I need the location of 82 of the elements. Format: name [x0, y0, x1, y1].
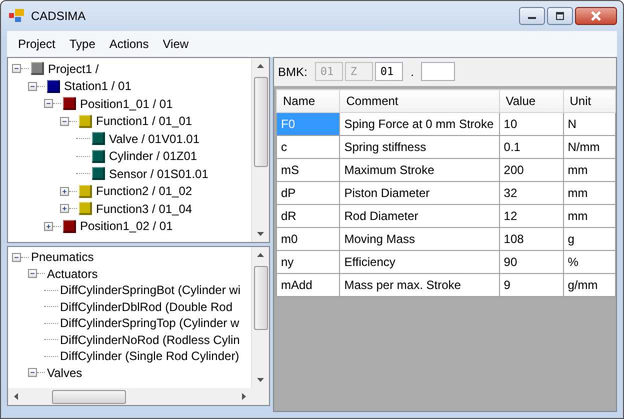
table-cell: Spring stiffness: [340, 136, 500, 158]
tree-item[interactable]: Pneumatics: [31, 250, 94, 264]
table-cell: m0: [276, 228, 340, 250]
table-cell: 90: [499, 250, 564, 274]
collapse-toggle[interactable]: [60, 116, 69, 126]
collapse-toggle[interactable]: [12, 64, 21, 74]
table-cell: F0: [276, 112, 340, 136]
separator-dot: .: [410, 64, 416, 78]
table-cell: Mass per max. Stroke: [340, 274, 500, 296]
tree-item[interactable]: DiffCylinder (Single Rod Cylinder): [60, 349, 240, 364]
tree-item[interactable]: DiffCylinderNoRod (Rodless Cylin: [60, 332, 240, 347]
column-header[interactable]: Unit: [563, 90, 616, 112]
tree-item[interactable]: Function1 / 01_01: [96, 114, 192, 128]
maximize-icon: [555, 12, 565, 20]
expand-toggle[interactable]: [44, 222, 53, 231]
app-icon: [9, 9, 25, 23]
tree-item[interactable]: Actuators: [47, 266, 98, 281]
column-header[interactable]: Comment: [340, 90, 500, 112]
table-cell: mAdd: [276, 274, 340, 296]
table-cell: Maximum Stroke: [340, 158, 500, 182]
tree-item[interactable]: Valve / 01V01.01: [109, 132, 200, 146]
tree-item[interactable]: DiffCylinderDblRod (Double Rod: [60, 300, 233, 314]
close-icon: [590, 11, 602, 21]
menu-item[interactable]: Type: [62, 35, 102, 53]
window-title: CADSIMA: [31, 9, 86, 23]
table-cell: 200: [499, 158, 564, 182]
horizontal-scrollbar[interactable]: [8, 388, 269, 405]
column-header[interactable]: Name: [276, 90, 340, 112]
tree-item[interactable]: Project1 /: [48, 62, 99, 76]
table-cell: g: [563, 228, 616, 250]
table-cell: mm: [563, 158, 616, 182]
table-cell: mm: [563, 182, 616, 204]
suffix-field[interactable]: [421, 62, 456, 81]
table-cell: N/mm: [563, 136, 616, 158]
table-cell: 32: [499, 182, 564, 204]
vertical-scrollbar[interactable]: [251, 58, 269, 242]
menu-item[interactable]: View: [156, 35, 196, 53]
table-cell: c: [276, 136, 340, 158]
table-cell: 108: [499, 228, 564, 250]
table-cell: mS: [276, 158, 340, 182]
table-cell: %: [563, 250, 616, 274]
tree-item[interactable]: Sensor / 01S01.01: [109, 166, 208, 181]
menu-item[interactable]: Actions: [102, 35, 156, 53]
table-cell: Efficiency: [340, 250, 500, 274]
collapse-toggle[interactable]: [28, 269, 37, 278]
tree-item[interactable]: Position1_02 / 01: [80, 219, 173, 234]
tree-item[interactable]: Function3 / 01_04: [96, 202, 192, 216]
collapse-toggle[interactable]: [28, 82, 37, 91]
table-cell: 0.1: [499, 136, 564, 158]
table-cell: dP: [276, 182, 340, 204]
tree-item[interactable]: DiffCylinderSpringTop (Cylinder w: [60, 316, 240, 330]
maximize-button[interactable]: [547, 7, 573, 25]
table-cell: N: [563, 112, 616, 136]
table-cell: g/mm: [563, 274, 616, 296]
table-cell: 10: [499, 112, 564, 136]
table-cell: Rod Diameter: [340, 204, 500, 228]
tree-item[interactable]: Function2 / 01_02: [96, 184, 192, 198]
tree-item[interactable]: DiffCylinderSpringBot (Cylinder wi: [60, 283, 241, 298]
tree-item[interactable]: Cylinder / 01Z01: [109, 149, 198, 164]
minimize-button[interactable]: [519, 7, 545, 25]
tree-item[interactable]: Station1 / 01: [64, 79, 132, 94]
table-cell: mm: [563, 204, 616, 228]
table-cell: 12: [499, 204, 564, 228]
bmk-label: BMK:: [278, 64, 308, 78]
tree-item[interactable]: Position1_01 / 01: [80, 96, 173, 111]
collapse-toggle[interactable]: [44, 99, 53, 108]
expand-toggle[interactable]: [60, 204, 69, 214]
menu-item[interactable]: Project: [11, 35, 62, 53]
table-cell: Piston Diameter: [340, 182, 500, 204]
column-header[interactable]: Value: [499, 90, 564, 112]
close-button[interactable]: [575, 7, 617, 25]
table-cell: dR: [276, 204, 340, 228]
tree-item[interactable]: Valves: [47, 366, 82, 380]
collapse-toggle[interactable]: [28, 368, 37, 378]
collapse-toggle[interactable]: [12, 252, 21, 262]
code-field[interactable]: 01: [375, 62, 404, 81]
table-cell: Moving Mass: [340, 228, 500, 250]
expand-toggle[interactable]: [60, 186, 69, 196]
table-cell: ny: [276, 250, 340, 274]
table-cell: 9: [499, 274, 564, 296]
table-cell: Sping Force at 0 mm Stroke: [340, 112, 500, 136]
vertical-scrollbar[interactable]: [251, 247, 269, 388]
